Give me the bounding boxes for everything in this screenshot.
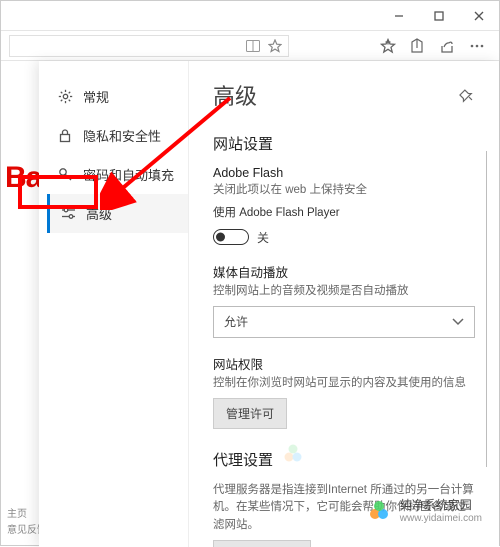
scrollbar-track[interactable] xyxy=(486,151,488,467)
watermark-logo-icon xyxy=(280,440,306,466)
autoplay-desc: 控制网站上的音频及视频是否自动播放 xyxy=(213,283,475,300)
more-icon[interactable] xyxy=(469,38,485,54)
address-bar[interactable] xyxy=(9,35,289,57)
autoplay-label: 媒体自动播放 xyxy=(213,262,475,281)
watermark: 纯净系统家园 www.yidaimei.com xyxy=(366,496,482,524)
titlebar xyxy=(1,1,499,31)
lock-icon xyxy=(57,128,73,144)
flash-toggle-label: 使用 Adobe Flash Player xyxy=(213,205,475,222)
manage-permissions-button[interactable]: 管理许可 xyxy=(213,398,287,429)
minimize-button[interactable] xyxy=(379,1,419,31)
browser-toolbar xyxy=(1,31,499,61)
settings-sidebar: 常规 隐私和安全性 密码和自动填充 xyxy=(39,61,189,547)
sidebar-item-label: 密码和自动填充 xyxy=(83,165,174,184)
sidebar-item-passwords[interactable]: 密码和自动填充 xyxy=(47,155,188,194)
sliders-icon xyxy=(60,206,76,222)
settings-panel: 常规 隐私和安全性 密码和自动填充 xyxy=(39,61,499,547)
autoplay-select[interactable]: 允许 xyxy=(213,306,475,338)
sidebar-item-privacy[interactable]: 隐私和安全性 xyxy=(47,116,188,155)
flash-label: Adobe Flash xyxy=(213,166,475,180)
sidebar-item-label: 常规 xyxy=(83,87,109,106)
settings-main: 高级 网站设置 Adobe Flash 关闭此项以在 web 上保持安全 使用 … xyxy=(189,61,499,547)
flash-toggle[interactable] xyxy=(213,229,249,245)
permissions-desc: 控制在你浏览时网站可显示的内容及其使用的信息 xyxy=(213,375,475,392)
permissions-label: 网站权限 xyxy=(213,354,475,373)
pin-icon[interactable] xyxy=(459,87,475,103)
autoplay-selected: 允许 xyxy=(224,313,248,330)
chevron-down-icon xyxy=(452,318,464,326)
sidebar-item-label: 高级 xyxy=(86,204,112,223)
flash-desc: 关闭此项以在 web 上保持安全 xyxy=(213,182,475,199)
page-title: 高级 xyxy=(213,79,257,111)
close-button[interactable] xyxy=(459,1,499,31)
reading-view-icon[interactable] xyxy=(246,40,260,52)
key-icon xyxy=(57,167,73,183)
watermark-url: www.yidaimei.com xyxy=(400,513,482,524)
favorites-icon[interactable] xyxy=(380,38,396,54)
maximize-button[interactable] xyxy=(419,1,459,31)
sidebar-item-general[interactable]: 常规 xyxy=(47,77,188,116)
gear-icon xyxy=(57,89,73,105)
proxy-heading: 代理设置 xyxy=(213,449,475,470)
watermark-faint xyxy=(280,440,306,466)
sidebar-item-advanced[interactable]: 高级 xyxy=(47,194,188,233)
watermark-logo-icon xyxy=(366,497,392,523)
star-icon[interactable] xyxy=(268,39,282,53)
share-icon[interactable] xyxy=(439,38,455,54)
notes-icon[interactable] xyxy=(410,38,425,54)
website-settings-heading: 网站设置 xyxy=(213,133,475,154)
sidebar-item-label: 隐私和安全性 xyxy=(83,126,161,145)
watermark-name: 纯净系统家园 xyxy=(400,496,482,513)
flash-toggle-state: 关 xyxy=(257,229,269,246)
